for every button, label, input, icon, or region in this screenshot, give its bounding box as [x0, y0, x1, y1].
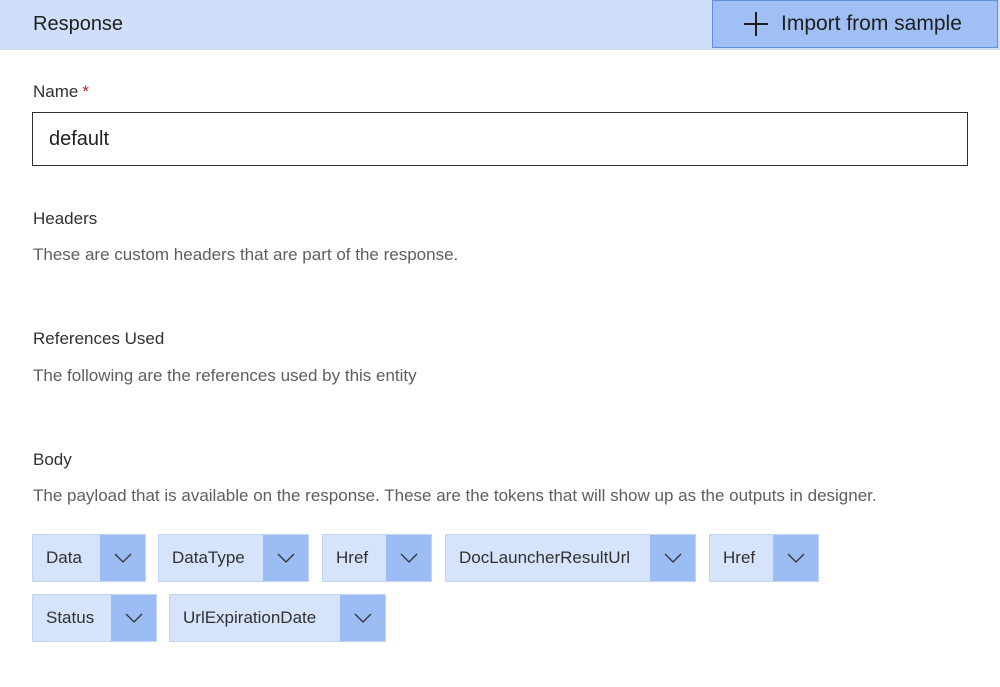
chevron-down-icon[interactable] [111, 595, 156, 641]
token-href-2[interactable]: Href [709, 534, 819, 582]
token-href[interactable]: Href [322, 534, 432, 582]
token-doclauncherresulturl[interactable]: DocLauncherResultUrl [445, 534, 696, 582]
headers-description: These are custom headers that are part o… [33, 245, 459, 264]
body-description: The payload that is available on the res… [33, 486, 877, 505]
token-label: DataType [172, 548, 245, 567]
chevron-down-icon[interactable] [263, 535, 308, 581]
required-marker: * [82, 82, 89, 101]
references-description: The following are the references used by… [33, 366, 417, 385]
token-label: Href [336, 548, 369, 567]
name-label-text: Name [33, 82, 79, 101]
references-title: References Used [33, 329, 165, 348]
token-label: Href [723, 548, 756, 567]
token-label: UrlExpirationDate [183, 608, 317, 627]
import-from-sample-label: Import from sample [781, 12, 962, 35]
name-input[interactable] [32, 112, 968, 166]
headers-title: Headers [33, 209, 98, 228]
token-data[interactable]: Data [32, 534, 146, 582]
token-label: Status [46, 608, 95, 627]
name-field-label: Name * [33, 82, 89, 102]
token-status[interactable]: Status [32, 594, 157, 642]
chevron-down-icon[interactable] [100, 535, 145, 581]
page-title: Response [33, 13, 124, 35]
chevron-down-icon[interactable] [386, 535, 431, 581]
plus-icon [743, 11, 769, 37]
token-label: DocLauncherResultUrl [459, 548, 631, 567]
token-datatype[interactable]: DataType [158, 534, 309, 582]
chevron-down-icon[interactable] [650, 535, 695, 581]
token-urlexpirationdate[interactable]: UrlExpirationDate [169, 594, 386, 642]
import-from-sample-button[interactable]: Import from sample [712, 0, 998, 48]
token-label: Data [46, 548, 82, 567]
chevron-down-icon[interactable] [340, 595, 385, 641]
body-title: Body [33, 450, 72, 469]
chevron-down-icon[interactable] [773, 535, 818, 581]
